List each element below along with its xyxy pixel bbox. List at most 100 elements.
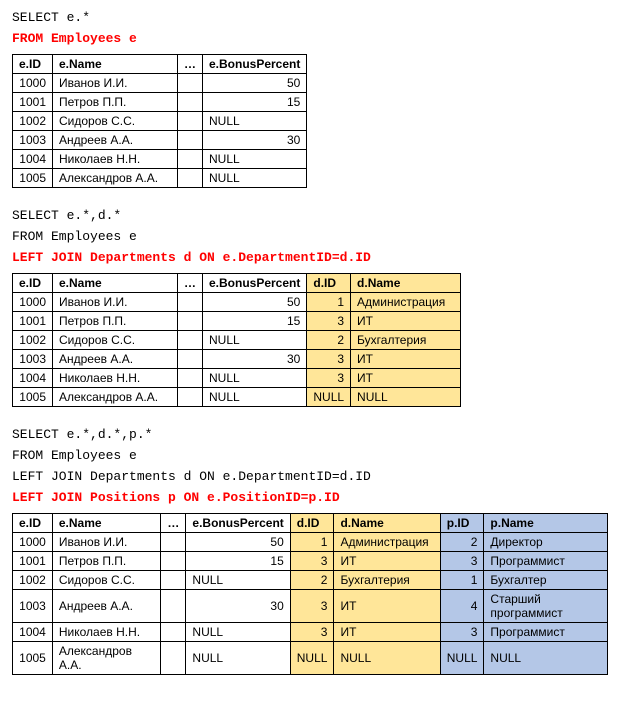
cell: 15 [203, 93, 307, 112]
cell: Андреев А.А. [52, 590, 161, 623]
cell: Андреев А.А. [53, 131, 178, 150]
cell: 3 [290, 623, 334, 642]
cell: 3 [440, 552, 484, 571]
col-ellipsis: … [178, 274, 203, 293]
cell: NULL [440, 642, 484, 675]
col-ellipsis: … [178, 55, 203, 74]
cell: NULL [351, 388, 461, 407]
col-ebonus: e.BonusPercent [203, 274, 307, 293]
cell: 1 [440, 571, 484, 590]
table-row: 1000Иванов И.И.501Администрация [13, 293, 461, 312]
cell: 4 [440, 590, 484, 623]
col-pname: p.Name [484, 514, 608, 533]
cell: ИТ [334, 623, 440, 642]
sql-line: FROM Employees e [12, 448, 608, 463]
cell: ИТ [351, 312, 461, 331]
col-pid: p.ID [440, 514, 484, 533]
table-row: 1000Иванов И.И.501Администрация2Директор [13, 533, 608, 552]
cell [178, 93, 203, 112]
cell: 3 [307, 312, 351, 331]
col-ename: e.Name [53, 274, 178, 293]
table-row: 1005Александров А.А.NULLNULLNULL [13, 388, 461, 407]
cell: Петров П.П. [53, 312, 178, 331]
cell: Иванов И.И. [53, 293, 178, 312]
cell: NULL [203, 169, 307, 188]
cell: 1005 [13, 169, 53, 188]
cell: Бухгалтерия [334, 571, 440, 590]
cell: 1004 [13, 150, 53, 169]
table-row: 1002Сидоров С.С.NULL2Бухгалтерия [13, 331, 461, 350]
cell: Иванов И.И. [52, 533, 161, 552]
cell: Александров А.А. [53, 169, 178, 188]
cell: Сидоров С.С. [52, 571, 161, 590]
table-row: 1003Андреев А.А.303ИТ4Старший программис… [13, 590, 608, 623]
cell [178, 293, 203, 312]
cell: Администрация [334, 533, 440, 552]
sql-line: LEFT JOIN Departments d ON e.DepartmentI… [12, 250, 608, 265]
cell: 1004 [13, 369, 53, 388]
sql-line: SELECT e.*,d.*,p.* [12, 427, 608, 442]
cell: NULL [307, 388, 351, 407]
cell: 30 [203, 131, 307, 150]
table-header-row: e.ID e.Name … e.BonusPercent d.ID d.Name… [13, 514, 608, 533]
cell: Администрация [351, 293, 461, 312]
cell: Программист [484, 552, 608, 571]
cell [178, 131, 203, 150]
cell: Петров П.П. [52, 552, 161, 571]
sql-line: SELECT e.* [12, 10, 608, 25]
cell: 2 [290, 571, 334, 590]
cell: Александров А.А. [53, 388, 178, 407]
cell: 50 [203, 293, 307, 312]
result-table-2: e.ID e.Name … e.BonusPercent d.ID d.Name… [12, 273, 461, 407]
cell: NULL [186, 642, 290, 675]
cell [178, 112, 203, 131]
cell: 3 [290, 552, 334, 571]
cell [161, 623, 186, 642]
cell [178, 331, 203, 350]
col-eid: e.ID [13, 55, 53, 74]
cell [178, 74, 203, 93]
cell [161, 642, 186, 675]
table-row: 1000Иванов И.И.50 [13, 74, 307, 93]
table-row: 1004Николаев Н.Н.NULL3ИТ [13, 369, 461, 388]
cell: 2 [440, 533, 484, 552]
col-ellipsis: … [161, 514, 186, 533]
cell [178, 388, 203, 407]
table-header-row: e.ID e.Name … e.BonusPercent d.ID d.Name [13, 274, 461, 293]
table-row: 1003Андреев А.А.303ИТ [13, 350, 461, 369]
cell: Александров А.А. [52, 642, 161, 675]
cell: 1 [290, 533, 334, 552]
col-ebonus: e.BonusPercent [203, 55, 307, 74]
cell: NULL [203, 112, 307, 131]
cell: NULL [203, 150, 307, 169]
sql-line: FROM Employees e [12, 229, 608, 244]
cell: 3 [307, 350, 351, 369]
cell: 1001 [13, 552, 53, 571]
col-ename: e.Name [53, 55, 178, 74]
cell: 1002 [13, 571, 53, 590]
cell [161, 533, 186, 552]
result-table-3: e.ID e.Name … e.BonusPercent d.ID d.Name… [12, 513, 608, 675]
cell: 50 [186, 533, 290, 552]
col-eid: e.ID [13, 274, 53, 293]
cell: NULL [484, 642, 608, 675]
cell: 15 [203, 312, 307, 331]
cell: ИТ [334, 590, 440, 623]
cell [161, 590, 186, 623]
table-row: 1003Андреев А.А.30 [13, 131, 307, 150]
cell: 3 [307, 369, 351, 388]
cell: Сидоров С.С. [53, 331, 178, 350]
cell: ИТ [334, 552, 440, 571]
cell: Николаев Н.Н. [52, 623, 161, 642]
cell: NULL [186, 571, 290, 590]
cell [161, 552, 186, 571]
cell [178, 150, 203, 169]
cell: Сидоров С.С. [53, 112, 178, 131]
cell: 3 [290, 590, 334, 623]
cell: Николаев Н.Н. [53, 150, 178, 169]
cell: ИТ [351, 369, 461, 388]
cell: Иванов И.И. [53, 74, 178, 93]
table-row: 1001Петров П.П.153ИТ3Программист [13, 552, 608, 571]
cell: ИТ [351, 350, 461, 369]
cell: NULL [203, 388, 307, 407]
